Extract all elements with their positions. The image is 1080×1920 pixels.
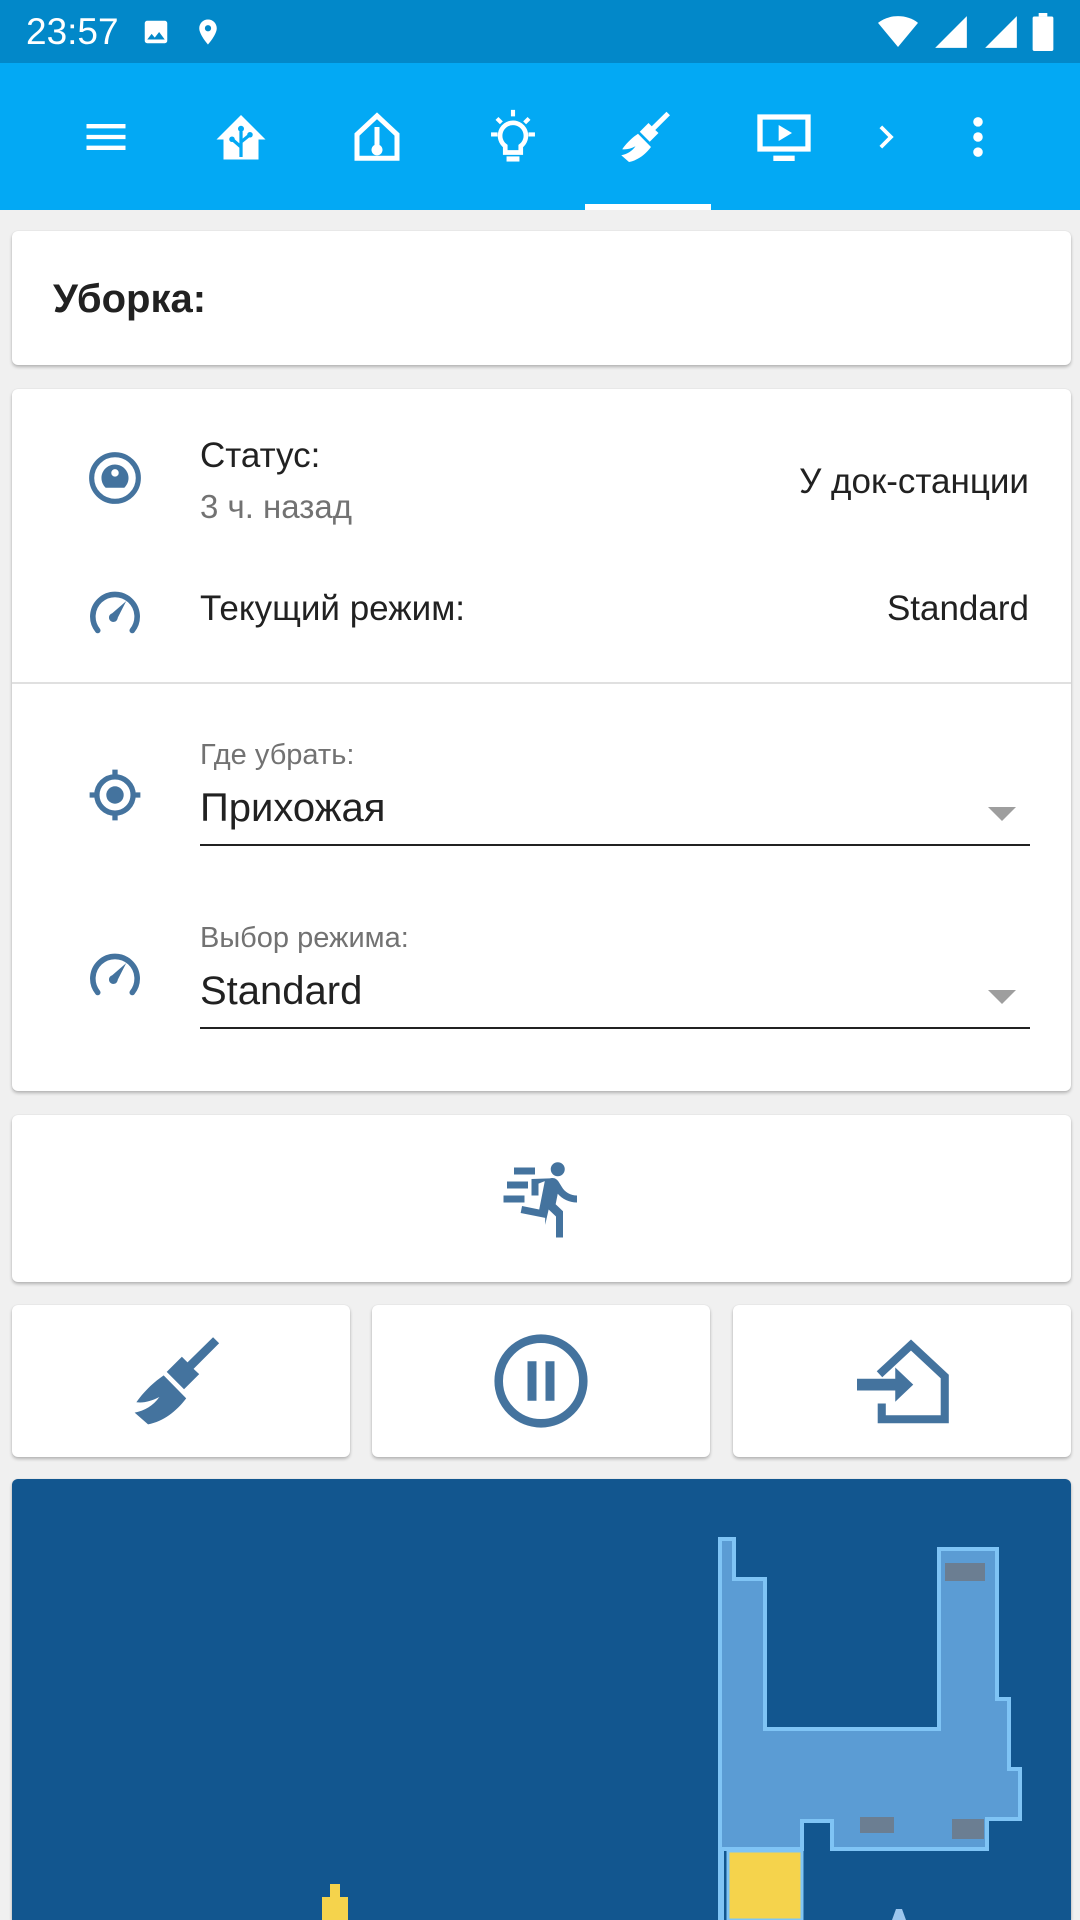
mode-select-label: Выбор режима:: [200, 922, 409, 954]
current-mode-label: Текущий режим:: [200, 589, 465, 628]
more-vert-icon[interactable]: [938, 97, 1018, 177]
active-tab-indicator: [585, 204, 711, 210]
status-time: 23:57: [26, 10, 119, 52]
pause-circle-icon: [494, 1334, 588, 1428]
select-underline: [200, 1027, 1030, 1029]
mode-select-value[interactable]: Standard: [200, 969, 362, 1014]
speedometer-icon: [74, 572, 156, 654]
map-wall-segment: [952, 1819, 984, 1839]
chevron-right-icon[interactable]: [846, 97, 926, 177]
status-value: У док-станции: [799, 462, 1029, 501]
status-label: Статус:: [200, 436, 321, 475]
entities-card: Статус: 3 ч. назад У док-станции Текущий…: [12, 389, 1071, 1091]
crosshairs-gps-icon: [74, 754, 156, 836]
map-wall-segment: [945, 1563, 985, 1581]
dropdown-arrow-icon[interactable]: [988, 990, 1016, 1004]
lightbulb-icon[interactable]: [473, 97, 553, 177]
location-pin-icon: [198, 19, 217, 44]
start-cleaning-button[interactable]: [12, 1305, 350, 1457]
battery-icon: [1032, 12, 1054, 51]
broom-icon: [134, 1337, 220, 1425]
signal-icon: [935, 15, 967, 48]
speedometer-icon: [74, 934, 156, 1016]
card-divider: [12, 682, 1071, 684]
television-play-icon[interactable]: [744, 97, 824, 177]
map-wall-segment: [860, 1817, 894, 1833]
image-icon: [144, 20, 167, 43]
signal-icon-2: [985, 15, 1017, 48]
vacuum-floor-map: [322, 1537, 1022, 1920]
home-assistant-icon[interactable]: [201, 97, 281, 177]
home-import-icon: [857, 1339, 949, 1424]
map-highlight-object: [322, 1884, 348, 1920]
menu-icon[interactable]: [66, 97, 146, 177]
title-card: Уборка:: [12, 231, 1071, 365]
status-bar: 23:57: [0, 0, 1080, 63]
current-mode-value: Standard: [886, 589, 1029, 628]
run-button[interactable]: [12, 1115, 1071, 1282]
vacuum-map[interactable]: [12, 1479, 1071, 1920]
where-to-clean-value[interactable]: Прихожая: [200, 786, 385, 831]
select-underline: [200, 844, 1030, 846]
return-to-dock-button[interactable]: [733, 1305, 1071, 1457]
home-thermometer-icon[interactable]: [337, 97, 417, 177]
top-toolbar: [0, 63, 1080, 210]
robot-vacuum-icon: [74, 437, 156, 519]
wifi-icon: [878, 15, 918, 47]
dropdown-arrow-icon[interactable]: [988, 807, 1016, 821]
run-fast-icon: [503, 1161, 577, 1237]
broom-icon[interactable]: [608, 97, 688, 177]
map-highlight-area: [726, 1849, 804, 1920]
card-title: Уборка:: [53, 277, 207, 321]
where-to-clean-label: Где убрать:: [200, 739, 355, 771]
status-last-changed: 3 ч. назад: [200, 488, 352, 525]
pause-button[interactable]: [372, 1305, 710, 1457]
map-small-object: [892, 1909, 906, 1920]
